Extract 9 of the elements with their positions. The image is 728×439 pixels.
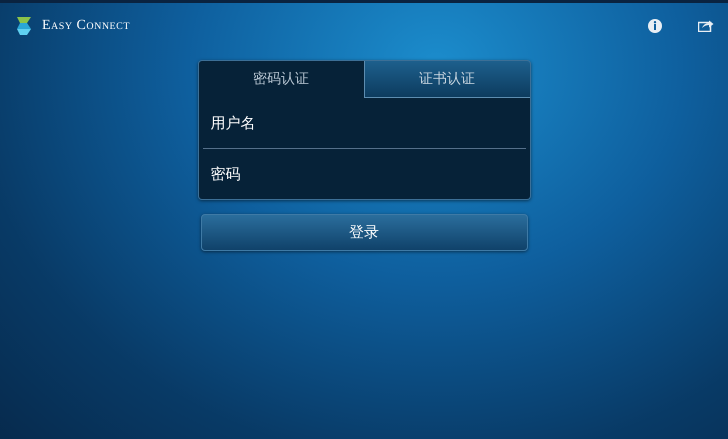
- share-icon[interactable]: [698, 19, 714, 32]
- logo-icon: [14, 16, 34, 36]
- password-field[interactable]: 密码: [198, 149, 530, 199]
- login-button[interactable]: 登录: [200, 214, 528, 251]
- info-icon[interactable]: [648, 18, 662, 32]
- auth-tab[interactable]: 密码认证: [198, 61, 364, 98]
- app-name: Easy Connect: [42, 17, 130, 35]
- username-field[interactable]: 用户名: [198, 98, 530, 148]
- auth-tab[interactable]: 证书认证: [364, 61, 530, 98]
